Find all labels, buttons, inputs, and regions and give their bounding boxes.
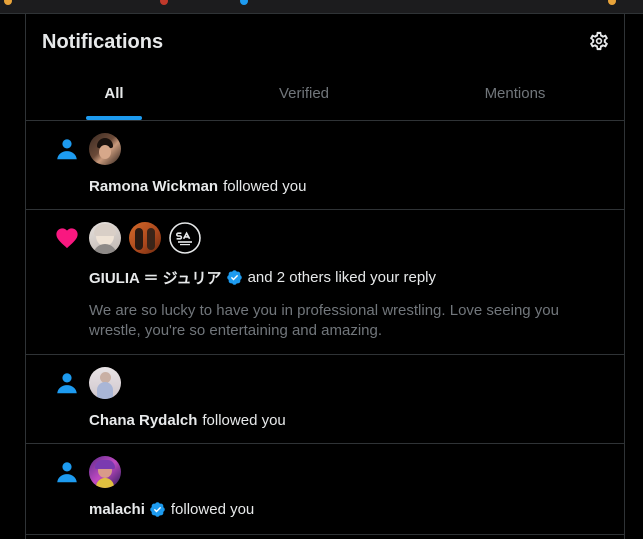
notification-text: Chana Rydalch followed you (89, 412, 286, 429)
notification-action: and 2 others liked your reply (247, 269, 436, 286)
person-icon (57, 139, 77, 160)
verified-badge-icon (150, 502, 165, 517)
avatar[interactable] (89, 222, 121, 254)
notification-action: followed you (202, 412, 286, 429)
sa-sport-logo-icon[interactable] (169, 222, 201, 254)
tab-label: Mentions (484, 85, 546, 102)
notification-tabs: All Verified Mentions (26, 74, 624, 121)
notification-item[interactable]: Chana Rydalch followed you (26, 355, 624, 444)
avatar[interactable] (89, 367, 121, 399)
tab-favicon-icon (4, 0, 12, 5)
tab-label: Verified (278, 85, 330, 102)
tab-favicon-icon (608, 0, 616, 5)
avatar[interactable] (129, 222, 161, 254)
person-icon (57, 462, 77, 483)
person-icon (57, 373, 77, 394)
notification-action: followed you (223, 178, 307, 195)
user-name[interactable]: Chana Rydalch (89, 412, 197, 429)
verified-badge-icon (226, 270, 242, 285)
heart-icon (56, 228, 78, 249)
notification-item[interactable]: Ramona Wickman followed you (26, 121, 624, 210)
user-name[interactable]: malachi (89, 501, 145, 518)
notification-text: malachi followed you (89, 501, 254, 518)
avatar-group (89, 222, 201, 254)
gear-icon[interactable] (588, 30, 610, 52)
avatar-group (89, 133, 121, 165)
notification-text: GIULIA ＝ ジュリア and 2 others liked your re… (89, 267, 436, 288)
user-name[interactable]: Ramona Wickman (89, 178, 218, 195)
notification-action: followed you (170, 501, 255, 518)
avatar-group (89, 367, 121, 399)
page-title: Notifications (42, 31, 164, 53)
avatar-group (89, 456, 121, 488)
avatar[interactable] (89, 456, 121, 488)
tab-verified[interactable]: Verified (202, 74, 406, 120)
active-tab-indicator (86, 116, 142, 120)
browser-top-strip (0, 0, 643, 14)
tab-all[interactable]: All (26, 74, 202, 120)
tab-label: All (104, 85, 124, 102)
avatar[interactable] (89, 133, 121, 165)
notifications-panel: Notifications All Verified Mentions Ramo… (25, 14, 625, 539)
notifications-header: Notifications (26, 14, 624, 74)
user-name[interactable]: GIULIA ＝ ジュリア (89, 267, 222, 288)
tab-mentions[interactable]: Mentions (406, 74, 624, 120)
tab-favicon-icon (160, 0, 168, 5)
notification-item[interactable]: GIULIA ＝ ジュリア and 2 others liked your re… (26, 210, 624, 355)
notification-text: Ramona Wickman followed you (89, 178, 306, 195)
tab-favicon-icon (240, 0, 248, 5)
notification-item[interactable]: malachi followed you (26, 444, 624, 535)
reply-preview[interactable]: We are so lucky to have you in professio… (89, 301, 609, 341)
